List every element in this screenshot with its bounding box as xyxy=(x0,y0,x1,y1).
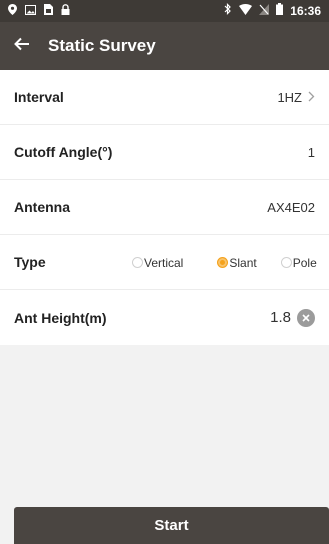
interval-label: Interval xyxy=(14,89,64,105)
radio-label-vertical: Vertical xyxy=(144,255,184,270)
app-bar: Static Survey xyxy=(0,22,329,70)
type-row: Type Vertical Slant Pole xyxy=(0,235,329,290)
clear-button[interactable] xyxy=(297,308,315,327)
interval-row[interactable]: Interval 1HZ xyxy=(0,70,329,125)
page-title: Static Survey xyxy=(48,36,156,55)
back-button[interactable] xyxy=(2,22,42,70)
radio-unchecked-icon xyxy=(132,257,143,268)
close-icon xyxy=(302,313,310,322)
type-label: Type xyxy=(14,254,46,270)
interval-value-group: 1HZ xyxy=(277,89,315,105)
interval-value: 1HZ xyxy=(277,89,302,105)
ant-height-input[interactable] xyxy=(251,309,291,326)
cutoff-angle-value[interactable]: 1 xyxy=(308,145,315,160)
type-radio-vertical[interactable]: Vertical xyxy=(132,256,183,270)
status-time: 16:36 xyxy=(290,3,321,18)
cutoff-angle-row[interactable]: Cutoff Angle(°) 1 xyxy=(0,125,329,180)
antenna-row[interactable]: Antenna AX4E02 xyxy=(0,180,329,235)
ant-height-row: Ant Height(m) xyxy=(0,290,329,345)
type-radio-group: Vertical Slant Pole xyxy=(132,235,317,290)
image-icon xyxy=(25,4,36,18)
wifi-icon xyxy=(239,3,253,18)
type-radio-slant[interactable]: Slant xyxy=(217,255,257,270)
chevron-right-icon xyxy=(308,89,315,105)
sim-icon xyxy=(44,4,53,18)
cutoff-angle-label: Cutoff Angle(°) xyxy=(14,144,113,160)
location-pin-icon xyxy=(8,4,17,18)
no-sim-icon xyxy=(259,3,270,18)
antenna-label: Antenna xyxy=(14,199,70,215)
status-right-icons: 16:36 xyxy=(224,3,321,18)
lock-icon xyxy=(61,4,70,18)
status-left-icons xyxy=(8,4,70,18)
antenna-value: AX4E02 xyxy=(267,199,315,215)
start-button[interactable]: Start xyxy=(14,507,329,544)
radio-checked-icon xyxy=(217,257,229,268)
radio-label-slant: Slant xyxy=(229,255,257,270)
status-bar: 16:36 xyxy=(0,0,329,22)
type-radio-pole[interactable]: Pole xyxy=(280,255,317,270)
arrow-left-icon xyxy=(14,37,30,56)
bluetooth-icon xyxy=(224,3,232,18)
radio-label-pole: Pole xyxy=(292,255,317,270)
survey-settings-form: Interval 1HZ Cutoff Angle(°) 1 Antenna A… xyxy=(0,70,329,345)
ant-height-value-group xyxy=(251,308,315,327)
battery-icon xyxy=(276,3,284,18)
radio-unchecked-icon xyxy=(280,257,292,268)
ant-height-label: Ant Height(m) xyxy=(14,309,107,326)
